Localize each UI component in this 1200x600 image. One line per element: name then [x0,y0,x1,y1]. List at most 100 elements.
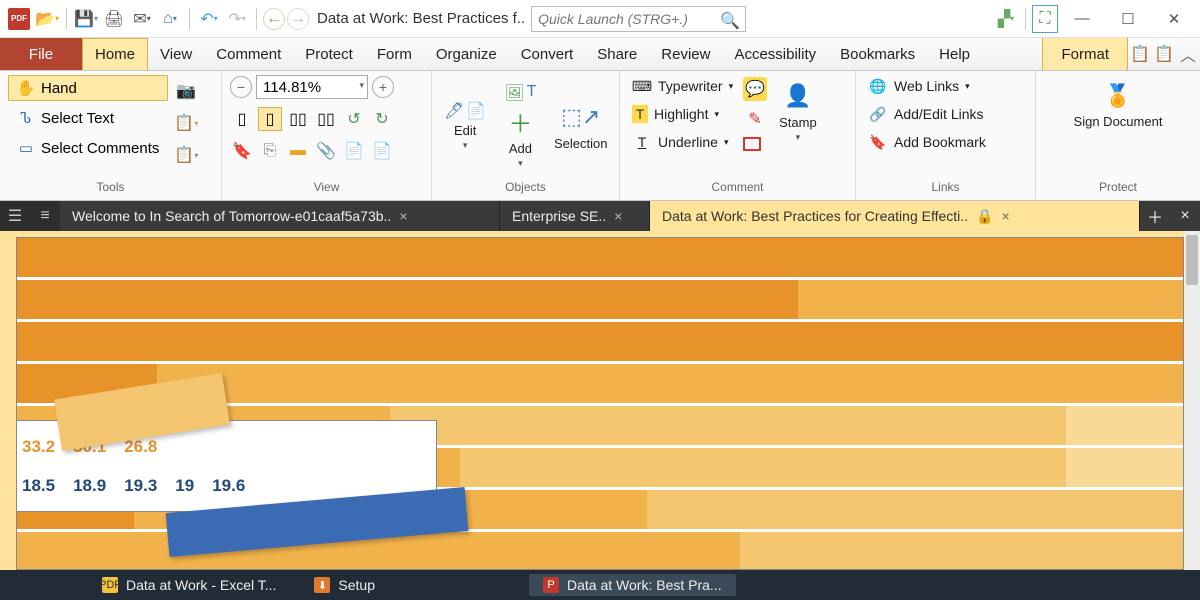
tab-help[interactable]: Help [927,38,982,70]
certificate-icon: 🏅 [1101,79,1135,113]
page-facing-icon[interactable]: ▯▯ [286,107,310,131]
stamp-icon: 👤 [781,79,815,113]
scan-icon[interactable]: ⌂▾ [157,5,183,33]
nav-back-icon[interactable]: ← [263,8,285,30]
redo-icon[interactable]: ↷▾ [224,5,250,33]
taskbar: PDFData at Work - Excel T... ⬇Setup PDat… [0,570,1200,600]
document-title: Data at Work: Best Practices f.. [317,10,525,27]
attachment-icon[interactable]: 📎 [314,139,338,163]
page-single-icon[interactable]: ▯ [230,107,254,131]
quick-launch[interactable]: 🔍 [531,6,746,32]
taskbar-item-3[interactable]: PData at Work: Best Pra... [529,574,736,596]
rect-red-icon[interactable] [743,137,761,151]
tab-accessibility[interactable]: Accessibility [722,38,828,70]
open-file-icon[interactable]: 📂▾ [34,5,60,33]
tab-comment[interactable]: Comment [204,38,293,70]
typewriter-tool[interactable]: ⌨Typewriter▾ [628,75,737,97]
doc2-icon[interactable]: 📄 [370,139,394,163]
page-facing2-icon[interactable]: ▯▯ [314,107,338,131]
undo-icon[interactable]: ↶▾ [196,5,222,33]
note-yellow-icon[interactable]: ▬ [286,139,310,163]
group-label-comment: Comment [620,180,855,200]
add-bookmark-tool[interactable]: 🔖Add Bookmark [864,131,990,153]
taskbar-item-1[interactable]: PDFData at Work - Excel T... [88,574,290,596]
new-tab-button[interactable]: ＋ [1140,201,1170,231]
rotate-right-icon[interactable]: ↻ [370,107,394,131]
zoom-out-button[interactable]: − [230,76,252,98]
page-continuous-icon[interactable]: ▯ [258,107,282,131]
underline-tool[interactable]: TUnderline▾ [628,131,737,153]
group-label-links: Links [856,180,1035,200]
close-tab-3[interactable]: × [1001,208,1009,224]
tab-menu-icon[interactable]: ☰ [0,201,30,231]
highlight-tool[interactable]: THighlight▾ [628,103,737,125]
print-icon[interactable]: 🖨 [101,5,127,33]
copy-icon[interactable]: ⎘ [258,139,282,163]
vertical-scrollbar[interactable] [1184,231,1200,570]
titlebar: PDF 📂▾ 💾▾ 🖨 ✉▾ ⌂▾ ↶▾ ↷▾ ← → Data at Work… [0,0,1200,38]
tab-bookmarks[interactable]: Bookmarks [828,38,927,70]
clipboard-icon-2[interactable]: 📋 [1152,38,1176,70]
comments-select-icon: ▭ [17,139,35,157]
document-viewport[interactable]: 33.2 30.1 26.8 18.5 18.9 19.3 19 19.6 [0,231,1200,570]
save-icon[interactable]: 💾▾ [73,5,99,33]
file-tab[interactable]: File [0,38,82,70]
doc1-icon[interactable]: 📄 [342,139,366,163]
typewriter-icon: ⌨ [632,77,652,95]
edit-button[interactable]: 🖊📄 Edit▾ [440,97,490,155]
group-label-view: View [222,180,431,200]
taskbar-item-2[interactable]: ⬇Setup [300,574,389,596]
highlight-icon: T [632,105,648,123]
link-icon: 🔗 [868,105,888,123]
close-button[interactable]: ✕ [1152,3,1196,35]
close-all-tabs-button[interactable]: × [1170,201,1200,231]
scrollbar-thumb[interactable] [1186,235,1198,285]
tab-convert[interactable]: Convert [509,38,586,70]
doc-tab-1[interactable]: Welcome to In Search of Tomorrow-e01caaf… [60,201,500,231]
sticky-note-icon[interactable]: 💬 [743,77,767,101]
web-links-tool[interactable]: 🌐Web Links▾ [864,75,990,97]
group-label-tools: Tools [0,180,221,200]
email-icon[interactable]: ✉▾ [129,5,155,33]
tab-form[interactable]: Form [365,38,424,70]
tab-organize[interactable]: Organize [424,38,509,70]
clipboard-tool2-icon[interactable]: 📋▾ [174,143,198,167]
zoom-input[interactable] [256,75,368,99]
zoom-in-button[interactable]: + [372,76,394,98]
sign-document-button[interactable]: 🏅 Sign Document [1068,75,1169,133]
tab-review[interactable]: Review [649,38,722,70]
clipboard-icon-1[interactable]: 📋 [1128,38,1152,70]
tab-view[interactable]: View [148,38,204,70]
fullscreen-icon[interactable]: ⛶ [1032,5,1058,33]
select-comments-tool[interactable]: ▭Select Comments [8,135,168,161]
close-tab-2[interactable]: × [614,208,622,224]
selection-button[interactable]: ⬚↗ Selection [550,96,611,155]
tab-list-icon[interactable]: ≡ [30,201,60,231]
addedit-links-tool[interactable]: 🔗Add/Edit Links [864,103,990,125]
tab-protect[interactable]: Protect [293,38,365,70]
tab-format[interactable]: Format [1042,38,1128,70]
clipboard-tool-icon[interactable]: 📋▾ [174,111,198,135]
tab-share[interactable]: Share [585,38,649,70]
ribbon: ✋Hand ᏖSelect Text ▭Select Comments 📷 📋▾… [0,71,1200,201]
ui-options-icon[interactable]: ▞▾ [993,5,1019,33]
nav-forward-icon[interactable]: → [287,8,309,30]
hand-icon: ✋ [17,79,35,97]
hand-tool[interactable]: ✋Hand [8,75,168,101]
collapse-ribbon-icon[interactable]: ︿ [1176,38,1200,70]
quick-launch-input[interactable] [531,6,746,32]
add-button[interactable]: 🖼T ＋ Add▾ [496,79,544,173]
rotate-left-icon[interactable]: ↺ [342,107,366,131]
minimize-button[interactable]: — [1060,3,1104,35]
close-tab-1[interactable]: × [399,208,407,224]
maximize-button[interactable]: ☐ [1106,3,1150,35]
doc-tab-2[interactable]: Enterprise SE..× [500,201,650,231]
search-icon[interactable]: 🔍 [720,11,740,31]
select-text-tool[interactable]: ᏖSelect Text [8,105,168,131]
snapshot-icon[interactable]: 📷 [174,79,198,103]
bookmark-ribbon-icon[interactable]: 🔖 [230,139,254,163]
tab-home[interactable]: Home [82,38,148,70]
stamp-button[interactable]: 👤 Stamp▾ [773,75,823,147]
pencil-red-icon[interactable]: ✎ [743,107,767,131]
doc-tab-3[interactable]: Data at Work: Best Practices for Creatin… [650,201,1140,231]
